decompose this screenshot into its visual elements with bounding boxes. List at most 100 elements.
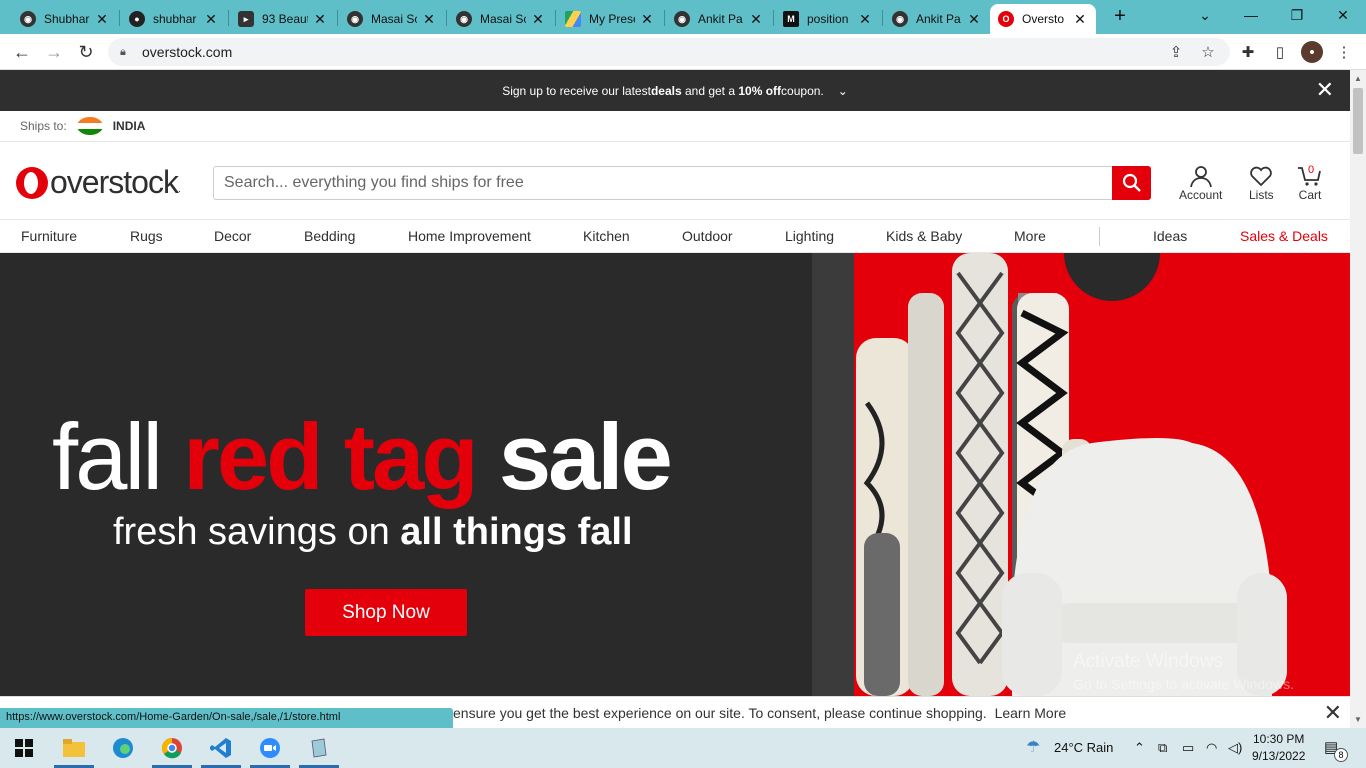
- globe-icon: ◉: [456, 11, 472, 27]
- shop-now-button[interactable]: Shop Now: [305, 589, 467, 636]
- close-tab-icon[interactable]: ✕: [94, 11, 110, 28]
- battery-icon[interactable]: ▭: [1182, 740, 1194, 756]
- nav-kids-baby[interactable]: Kids & Baby: [886, 228, 962, 244]
- close-tab-icon[interactable]: ✕: [639, 11, 655, 28]
- close-tab-icon[interactable]: ✕: [421, 11, 437, 28]
- minimize-button[interactable]: —: [1228, 0, 1274, 30]
- close-window-button[interactable]: ✕: [1320, 0, 1366, 30]
- menu-icon[interactable]: ⋮: [1333, 41, 1355, 63]
- scroll-up-icon[interactable]: ▲: [1354, 74, 1362, 83]
- bookmark-star-icon[interactable]: ☆: [1197, 41, 1219, 63]
- promo-banner[interactable]: Sign up to receive our latest deals and …: [0, 70, 1350, 111]
- meet-now-icon[interactable]: ⧉: [1158, 740, 1167, 756]
- restore-button[interactable]: ❐: [1274, 0, 1320, 30]
- volume-icon[interactable]: ◁): [1228, 740, 1242, 756]
- nav-divider: [1099, 227, 1100, 246]
- url-text: overstock.com: [142, 44, 233, 60]
- file-explorer-icon[interactable]: [50, 728, 98, 768]
- search-input[interactable]: Search... everything you find ships for …: [213, 166, 1113, 200]
- chevron-down-icon[interactable]: ⌄: [838, 84, 848, 98]
- tab-search-icon[interactable]: ⌄: [1182, 0, 1228, 30]
- reload-icon[interactable]: ↻: [72, 38, 100, 66]
- browser-tab[interactable]: ◉ Masai Sc ✕: [448, 4, 554, 34]
- google-drive-icon: [565, 11, 581, 27]
- nav-lighting[interactable]: Lighting: [785, 228, 834, 244]
- browser-tab[interactable]: ◉ Ankit Pa ✕: [666, 4, 772, 34]
- account-icon: [1189, 164, 1213, 188]
- scrollbar-thumb[interactable]: [1353, 88, 1363, 154]
- close-tab-icon[interactable]: ✕: [966, 11, 982, 28]
- status-bar-url: https://www.overstock.com/Home-Garden/On…: [0, 708, 453, 728]
- close-tab-icon[interactable]: ✕: [312, 11, 328, 28]
- search-button[interactable]: [1112, 166, 1151, 200]
- overstock-icon: O: [998, 11, 1014, 27]
- new-tab-button[interactable]: +: [1108, 5, 1132, 29]
- windows-start-icon[interactable]: [0, 728, 48, 768]
- account-button[interactable]: Account: [1179, 164, 1222, 202]
- vscode-icon[interactable]: [197, 728, 245, 768]
- back-icon[interactable]: ←: [8, 38, 36, 66]
- india-flag-icon[interactable]: [76, 117, 103, 135]
- close-tab-icon[interactable]: ✕: [530, 11, 546, 28]
- wifi-icon[interactable]: ◠: [1206, 740, 1217, 756]
- address-bar[interactable]: 🔒︎ overstock.com: [108, 38, 1230, 66]
- close-tab-icon[interactable]: ✕: [857, 11, 873, 28]
- logo-mark-icon: [16, 166, 48, 199]
- bookmark-icon: ▸: [238, 11, 254, 27]
- browser-tab[interactable]: ◉ Ankit Pa ✕: [884, 4, 990, 34]
- chrome-icon[interactable]: [148, 728, 196, 768]
- lock-icon: 🔒︎: [120, 45, 126, 58]
- browser-tab[interactable]: ◉ Masai Sc ✕: [339, 4, 445, 34]
- zoom-icon[interactable]: [246, 728, 294, 768]
- cart-count-badge: 0: [1308, 164, 1315, 176]
- nav-rugs[interactable]: Rugs: [130, 228, 163, 244]
- hero-headline: fall red tag sale: [52, 404, 673, 509]
- close-icon[interactable]: ✕: [1324, 700, 1342, 726]
- nav-home-improvement[interactable]: Home Improvement: [408, 228, 531, 244]
- close-tab-icon[interactable]: ✕: [748, 11, 764, 28]
- nav-outdoor[interactable]: Outdoor: [682, 228, 733, 244]
- category-nav: Furniture Rugs Decor Bedding Home Improv…: [0, 220, 1350, 253]
- browser-tab[interactable]: ◉ Shubhar ✕: [12, 4, 118, 34]
- nav-kitchen[interactable]: Kitchen: [583, 228, 630, 244]
- close-tab-icon[interactable]: ✕: [203, 11, 219, 28]
- nav-bedding[interactable]: Bedding: [304, 228, 355, 244]
- notepad-icon[interactable]: [295, 728, 343, 768]
- chevron-up-icon[interactable]: ⌃: [1134, 740, 1145, 756]
- cart-icon: 0: [1297, 164, 1323, 188]
- close-tab-icon[interactable]: ✕: [1072, 11, 1088, 28]
- forward-icon[interactable]: →: [40, 38, 68, 66]
- edge-icon[interactable]: [99, 728, 147, 768]
- browser-tab[interactable]: My Prese ✕: [557, 4, 663, 34]
- profile-avatar[interactable]: •: [1301, 41, 1323, 63]
- browser-toolbar: ← → ↻ 🔒︎ overstock.com ⇪ ☆ ✚ ▯ • ⋮: [0, 34, 1366, 70]
- share-icon[interactable]: ⇪: [1165, 41, 1187, 63]
- overstock-logo[interactable]: overstock .: [16, 164, 181, 201]
- heart-icon: [1249, 164, 1273, 188]
- weather-icon[interactable]: ☂: [1026, 737, 1040, 757]
- browser-tab[interactable]: ● shubhar ✕: [121, 4, 227, 34]
- page-scrollbar[interactable]: ▲ ▼: [1350, 70, 1366, 728]
- browser-tab[interactable]: ▸ 93 Beaut ✕: [230, 4, 336, 34]
- scroll-down-icon[interactable]: ▼: [1354, 715, 1362, 724]
- side-panel-icon[interactable]: ▯: [1269, 41, 1291, 63]
- system-clock[interactable]: 10:30 PM 9/13/2022: [1252, 731, 1305, 765]
- browser-tab-strip: ◉ Shubhar ✕ ● shubhar ✕ ▸ 93 Beaut ✕ ◉ M…: [0, 0, 1366, 34]
- windows-activation-watermark: Activate Windows Go to Settings to activ…: [1073, 651, 1294, 692]
- nav-decor[interactable]: Decor: [214, 228, 251, 244]
- browser-tab[interactable]: M position ✕: [775, 4, 881, 34]
- hero-banner[interactable]: fall red tag sale fresh savings on all t…: [0, 253, 1350, 696]
- nav-ideas[interactable]: Ideas: [1153, 228, 1187, 244]
- close-icon[interactable]: ✕: [1316, 79, 1334, 101]
- weather-text[interactable]: 24°C Rain: [1054, 740, 1113, 755]
- nav-more[interactable]: More: [1014, 228, 1046, 244]
- browser-tab-active[interactable]: O Oversto ✕: [990, 4, 1096, 34]
- nav-furniture[interactable]: Furniture: [21, 228, 77, 244]
- windows-taskbar: ☂ 24°C Rain ⌃ ⧉ ▭ ◠ ◁) 10:30 PM 9/13/202…: [0, 728, 1366, 768]
- notification-count-badge: 8: [1334, 748, 1348, 762]
- cart-button[interactable]: 0 Cart: [1297, 164, 1323, 202]
- learn-more-link[interactable]: Learn More: [995, 705, 1067, 721]
- lists-button[interactable]: Lists: [1249, 164, 1274, 202]
- extensions-icon[interactable]: ✚: [1237, 41, 1259, 63]
- nav-sales-deals[interactable]: Sales & Deals: [1240, 228, 1328, 244]
